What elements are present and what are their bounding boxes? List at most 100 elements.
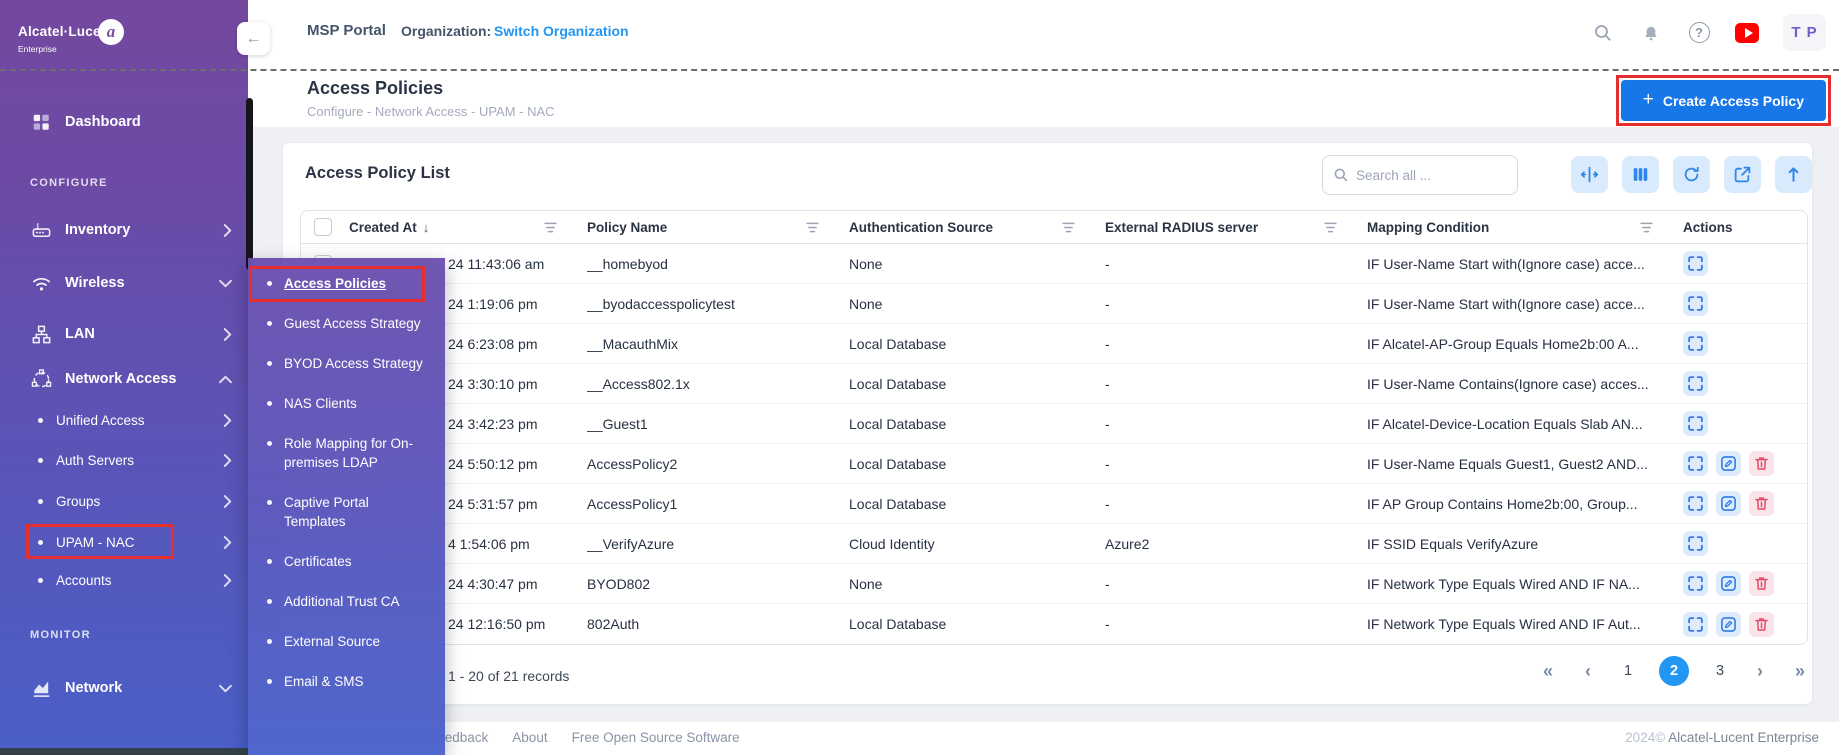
expand-action-button[interactable] [1683,612,1708,637]
filter-icon[interactable] [806,222,819,233]
sidebar-scrollbar[interactable] [246,98,253,270]
footer: FeedbackAboutFree Open Source Software 2… [248,722,1839,755]
expand-action-button[interactable] [1683,331,1708,356]
sidebar-item-auth-servers[interactable]: Auth Servers [0,445,248,475]
expand-action-button[interactable] [1683,451,1708,476]
pagination-next[interactable]: › [1751,661,1769,682]
auth-source-cell: Local Database [849,496,1105,512]
sidebar-item-lan[interactable]: LAN [0,319,248,349]
columns-button[interactable] [1622,156,1659,193]
actions-cell [1683,251,1807,276]
select-all-checkbox[interactable] [314,218,332,236]
chevron-right-icon [223,414,232,427]
actions-cell [1683,411,1807,436]
edit-action-button[interactable] [1716,612,1741,637]
submenu-item-byod-access-strategy[interactable]: BYOD Access Strategy [284,354,433,373]
external-radius-cell: - [1105,376,1367,392]
filter-icon[interactable] [1640,222,1653,233]
policy-name-cell: 802Auth [587,616,849,632]
pagination-prev[interactable]: ‹ [1579,661,1597,682]
submenu-item-additional-trust-ca[interactable]: Additional Trust CA [284,592,433,611]
expand-action-button[interactable] [1683,411,1708,436]
switch-organization-link[interactable]: Switch Organization [494,23,629,39]
sidebar-collapse-button[interactable]: ← [237,22,270,55]
bullet-icon [267,679,272,684]
submenu-item-access-policies[interactable]: Access Policies [284,274,433,293]
create-button-annotation: + Create Access Policy [1616,75,1831,126]
filter-icon[interactable] [544,222,557,233]
sidebar-item-network[interactable]: Network [0,673,248,703]
search-icon[interactable] [1591,21,1615,45]
actions-cell [1683,491,1807,516]
pagination-page-2[interactable]: 2 [1659,656,1689,686]
submenu-item-label: Additional Trust CA [284,594,400,609]
chevron-right-icon [223,454,232,467]
delete-action-button[interactable] [1749,612,1774,637]
youtube-icon[interactable] [1735,21,1759,45]
expand-action-button[interactable] [1683,491,1708,516]
submenu-item-role-mapping-for-on-premises-ldap[interactable]: Role Mapping for On-premises LDAP [284,434,433,472]
pagination-last[interactable]: » [1791,661,1809,682]
submenu-item-email-sms[interactable]: Email & SMS [284,672,433,691]
sidebar-item-groups[interactable]: Groups [0,486,248,516]
sidebar-item-upam-nac[interactable]: UPAM - NAC [0,527,248,557]
edit-action-button[interactable] [1716,571,1741,596]
delete-action-button[interactable] [1749,451,1774,476]
sidebar-item-unified-access[interactable]: Unified Access [0,405,248,435]
table-row: 24 4:30:47 pmBYOD802None-IF Network Type… [301,564,1807,604]
submenu-item-external-source[interactable]: External Source [284,632,433,651]
delete-action-button[interactable] [1749,491,1774,516]
expand-action-button[interactable] [1683,531,1708,556]
footer-link-free-open-source-software[interactable]: Free Open Source Software [572,730,740,745]
bullet-icon [38,540,43,545]
sidebar-item-network-access[interactable]: Network Access [0,364,248,394]
mapping-condition-cell: IF AP Group Contains Home2b:00, Group... [1367,496,1683,512]
mapping-condition-cell: IF User-Name Start with(Ignore case) acc… [1367,296,1683,312]
sidebar-item-dashboard[interactable]: Dashboard [0,107,248,137]
submenu-item-label: Access Policies [284,276,386,291]
mapping-condition-cell: IF Alcatel-AP-Group Equals Home2b:00 A..… [1367,336,1683,352]
sidebar-item-wireless[interactable]: Wireless [0,268,248,298]
table-row: 24 12:16:50 pm802AuthLocal Database-IF N… [301,604,1807,644]
expand-action-button[interactable] [1683,571,1708,596]
sidebar-item-label: Auth Servers [56,453,134,468]
sidebar-item-inventory[interactable]: Inventory [0,215,248,245]
lan-icon [30,323,52,345]
create-access-policy-button[interactable]: + Create Access Policy [1621,80,1826,121]
expand-action-button[interactable] [1683,371,1708,396]
delete-action-button[interactable] [1749,571,1774,596]
pagination-page-1[interactable]: 1 [1619,663,1637,679]
policy-name-cell: __homebyod [587,256,849,272]
expand-action-button[interactable] [1683,251,1708,276]
upload-button[interactable] [1775,156,1812,193]
sidebar-item-accounts[interactable]: Accounts [0,565,248,595]
expand-action-button[interactable] [1683,291,1708,316]
sidebar-bottom-strip [0,748,248,755]
bullet-icon [267,441,272,446]
edit-action-button[interactable] [1716,491,1741,516]
submenu-item-captive-portal-templates[interactable]: Captive Portal Templates [284,493,433,531]
notifications-bell-icon[interactable] [1639,21,1663,45]
submenu-item-label: External Source [284,634,380,649]
sort-desc-icon[interactable]: ↓ [423,220,430,235]
help-icon[interactable]: ? [1687,21,1711,45]
copyright: 2024© Alcatel-Lucent Enterprise [1625,730,1819,745]
submenu-item-nas-clients[interactable]: NAS Clients [284,394,433,413]
pagination-page-3[interactable]: 3 [1711,663,1729,679]
filter-icon[interactable] [1324,222,1337,233]
table-row: 24 6:23:08 pm__MacauthMixLocal Database-… [301,324,1807,364]
app-window: MSP Portal Organization: Switch Organiza… [0,0,1839,755]
filter-icon[interactable] [1062,222,1075,233]
edit-action-button[interactable] [1716,451,1741,476]
search-input[interactable] [1356,168,1507,183]
footer-link-about[interactable]: About [512,730,547,745]
submenu-item-guest-access-strategy[interactable]: Guest Access Strategy [284,314,433,333]
refresh-button[interactable] [1673,156,1710,193]
auth-source-cell: Cloud Identity [849,536,1105,552]
avatar[interactable]: T P [1783,14,1826,51]
pagination-first[interactable]: « [1539,661,1557,682]
external-radius-cell: - [1105,616,1367,632]
fit-columns-button[interactable] [1571,156,1608,193]
export-button[interactable] [1724,156,1761,193]
submenu-item-certificates[interactable]: Certificates [284,552,433,571]
